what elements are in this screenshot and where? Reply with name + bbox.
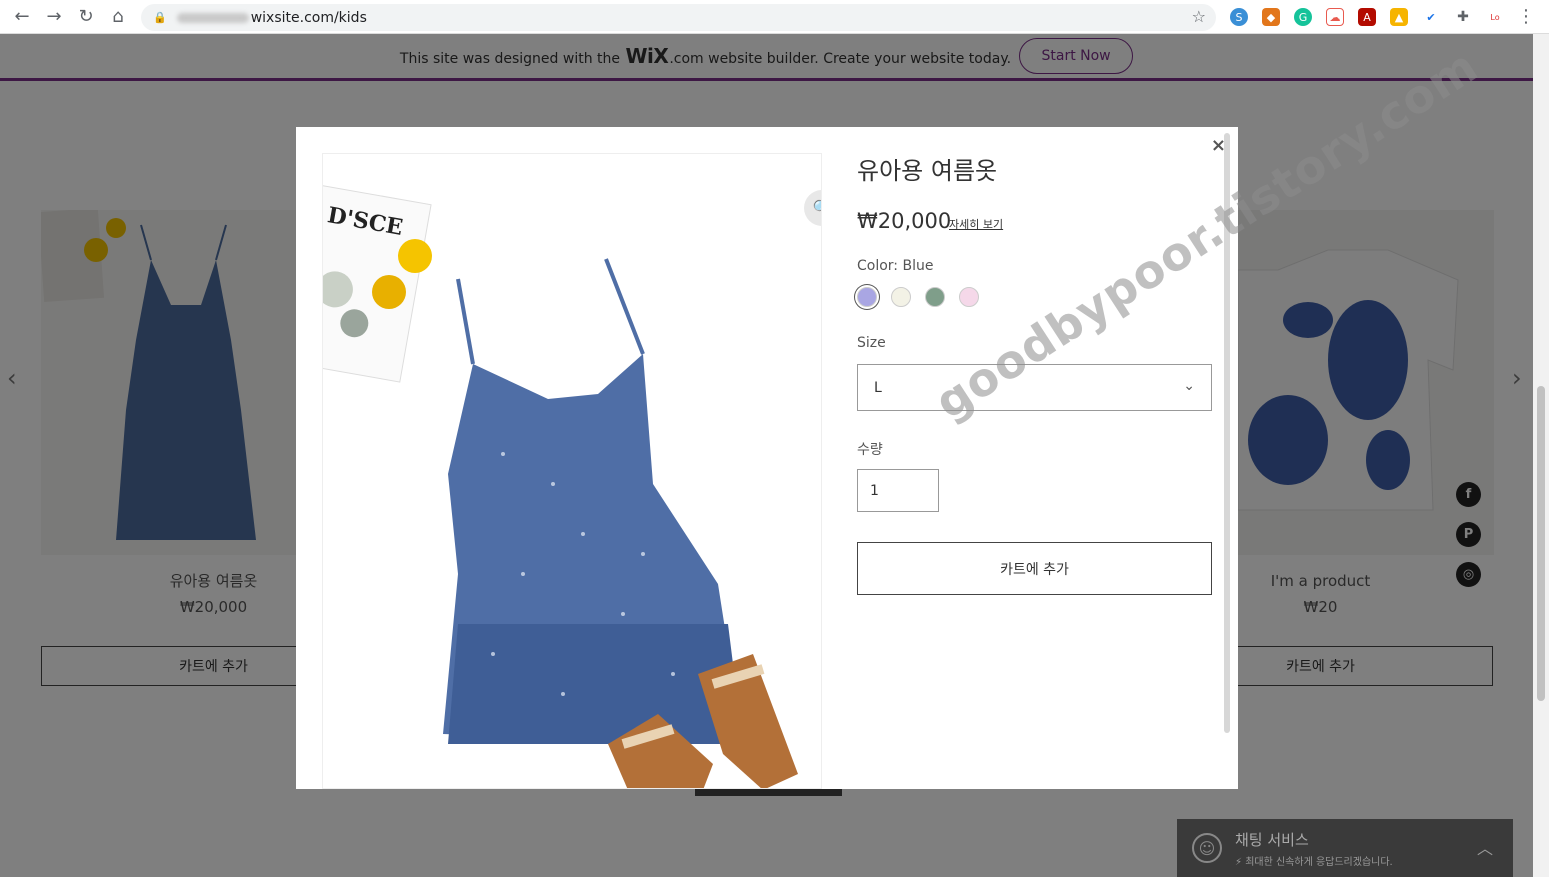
- quantity-input[interactable]: 1: [857, 469, 939, 512]
- chevron-down-icon: ⌄: [1183, 378, 1195, 394]
- address-bar[interactable]: 🔒 wixsite.com/kids ☆: [141, 4, 1216, 31]
- browser-toolbar: ← → ↻ ⌂ 🔒 wixsite.com/kids ☆ S ◆ G ☁ A ▲…: [0, 0, 1549, 34]
- size-dropdown[interactable]: L ⌄: [857, 364, 1212, 411]
- quantity-label: 수량: [857, 442, 883, 458]
- cloud-icon[interactable]: ☁: [1326, 8, 1344, 26]
- pdf-icon[interactable]: A: [1358, 8, 1376, 26]
- page-scrollbar[interactable]: [1533, 34, 1549, 877]
- grammarly-icon[interactable]: G: [1294, 8, 1312, 26]
- color-swatch-blue[interactable]: [857, 287, 877, 307]
- modal-product-title: 유아용 여름옷: [857, 157, 998, 185]
- browser-menu-icon[interactable]: ⋮: [1517, 6, 1535, 27]
- check-icon[interactable]: ✔: [1422, 8, 1440, 26]
- chat-title: 채팅 서비스: [1235, 831, 1309, 849]
- puzzle-icon[interactable]: ✚: [1454, 8, 1472, 26]
- chevron-up-icon[interactable]: ︿: [1477, 835, 1493, 859]
- color-label: Color: Blue: [857, 258, 934, 274]
- home-icon[interactable]: ⌂: [102, 0, 134, 34]
- gallery-strip: [695, 788, 842, 796]
- modal-product-price: ₩20,000: [857, 209, 952, 233]
- scrollbar-thumb[interactable]: [1537, 386, 1545, 701]
- blurred-subdomain: [176, 12, 249, 23]
- color-swatch-green[interactable]: [925, 287, 945, 307]
- size-label: Size: [857, 335, 886, 351]
- back-icon[interactable]: ←: [6, 0, 38, 34]
- color-swatch-cream[interactable]: [891, 287, 911, 307]
- quick-view-modal: × D'SCE 🔍: [296, 127, 1238, 789]
- drive-icon[interactable]: ▲: [1390, 8, 1408, 26]
- color-swatch-pink[interactable]: [959, 287, 979, 307]
- metamask-icon[interactable]: ◆: [1262, 8, 1280, 26]
- bookmark-star-icon[interactable]: ☆: [1192, 7, 1206, 26]
- chat-subtitle: ⚡ 최대한 신속하게 응답드리겠습니다.: [1235, 857, 1393, 868]
- add-to-cart-button[interactable]: 카트에 추가: [857, 542, 1212, 595]
- product-main-image[interactable]: D'SCE 🔍: [322, 153, 822, 789]
- chat-widget[interactable]: ☺ 채팅 서비스 ⚡ 최대한 신속하게 응답드리겠습니다. ︿: [1177, 819, 1513, 877]
- skype-icon[interactable]: S: [1230, 8, 1248, 26]
- forward-icon[interactable]: →: [38, 0, 70, 34]
- text-icon[interactable]: Lo: [1486, 8, 1504, 26]
- url-text: wixsite.com/kids: [250, 9, 367, 26]
- view-details-link[interactable]: 자세히 보기: [949, 216, 1003, 232]
- modal-scrollbar[interactable]: [1224, 133, 1230, 733]
- reload-icon[interactable]: ↻: [70, 0, 102, 34]
- chat-smile-icon: ☺: [1192, 833, 1222, 863]
- size-value: L: [874, 379, 882, 396]
- lock-icon: 🔒: [153, 11, 167, 24]
